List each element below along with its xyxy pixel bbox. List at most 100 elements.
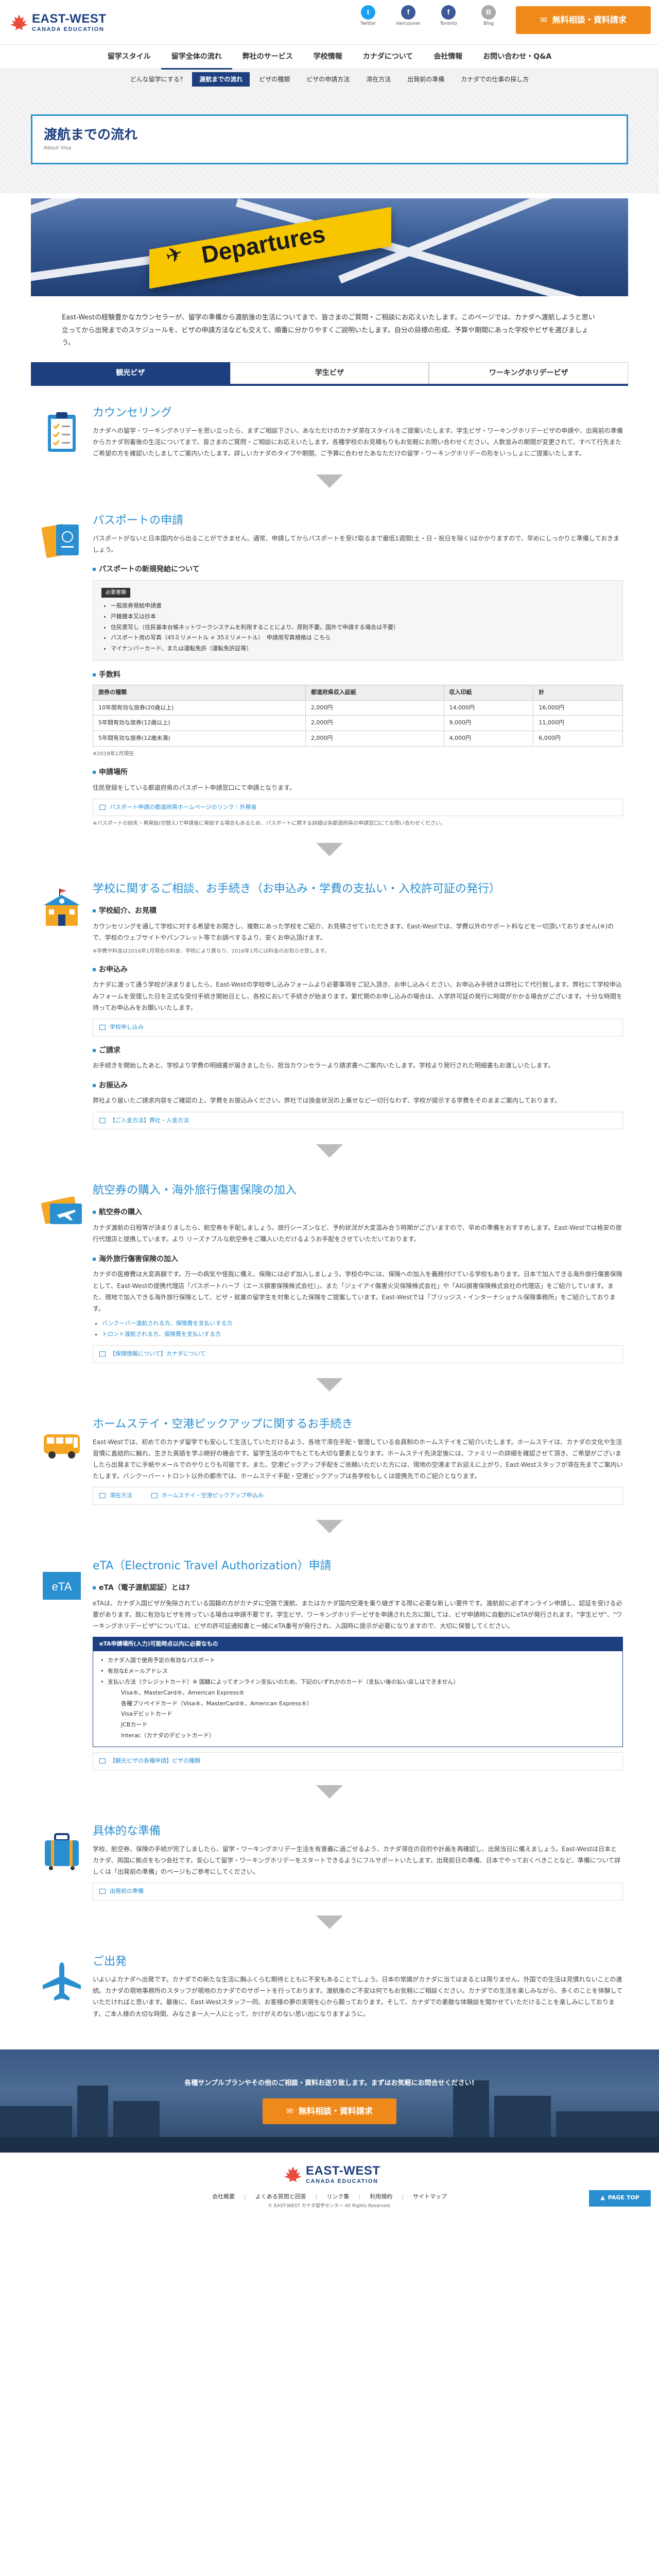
payment-method-link[interactable]: 【ご入金方法】弊社・入金方法 — [93, 1111, 623, 1130]
table-cell: 16,000円 — [533, 700, 623, 716]
logo-subtitle: CANADA EDUCATION — [32, 26, 105, 32]
required-doc-item: 戸籍謄本又は抄本 — [111, 612, 614, 622]
tab-tourist-visa[interactable]: 観光ビザ — [31, 362, 230, 384]
footer-logo[interactable]: EAST-WEST CANADA EDUCATION — [282, 2162, 385, 2186]
link-label[interactable]: トロント渡航される方、保険費を支払いする方 — [102, 1331, 221, 1337]
arrow-up-icon: ▲ — [600, 2194, 605, 2201]
sns-link-vancouver[interactable]: f Vancouver — [392, 5, 424, 27]
nav-item[interactable]: 留学全体の流れ — [161, 45, 232, 70]
homestay-pickup-link[interactable]: ホームステイ・空港ピックアップ申込み — [162, 1492, 264, 1499]
copyright: © EAST-WEST カナダ留学センター All Rights Reserve… — [268, 2203, 391, 2209]
link-label: パスポート申請の都道府県ホームページのリンク｜外務省 — [110, 803, 257, 810]
facebook-icon: f — [401, 5, 415, 20]
subnav-item[interactable]: 出発前の準備 — [400, 72, 452, 87]
page-top-button[interactable]: ▲ PAGE TOP — [589, 2190, 651, 2207]
tab-student-visa[interactable]: 学生ビザ — [230, 362, 429, 384]
down-arrow-icon — [31, 1142, 628, 1160]
subnav-item[interactable]: 渡航までの流れ — [192, 72, 250, 87]
section-heading: お振込み — [93, 1080, 623, 1092]
cta-band-text: 各種サンプルプランやその他のご相談・資料お送り致します。まずはお気軽にお問合せく… — [184, 2079, 475, 2087]
school-application-link[interactable]: 学校申し込み — [93, 1019, 623, 1037]
free-consultation-button-bottom[interactable]: ✉ 無料相談・資料請求 — [263, 2098, 396, 2124]
sns-link-blog[interactable]: B Blog — [473, 5, 505, 27]
visa-types-link[interactable]: 【観光ビザの各種申請】ビザの種類 — [93, 1752, 623, 1770]
required-doc-item: 住民票写し（住民基本台帳ネットワークシステムを利用することにより、原則不要。国外… — [111, 622, 614, 633]
subnav-item[interactable]: ビザの申請方法 — [299, 72, 357, 87]
footer-link[interactable]: リンク集 — [327, 2192, 350, 2202]
sns-link-toronto[interactable]: f Toronto — [432, 5, 464, 27]
section-heading: ご請求 — [93, 1045, 623, 1057]
twitter-icon: t — [361, 5, 375, 20]
step-school: 学校に関するご相談、お手続き（お申込み・学費の支払い・入校許可証の発行） 学校紹… — [31, 862, 628, 1139]
subnav-item[interactable]: ビザの種類 — [252, 72, 297, 87]
free-consultation-button[interactable]: ✉ 無料相談・資料請求 — [516, 6, 651, 34]
section-heading: 手数料 — [93, 669, 623, 682]
step-title: ホームステイ・空港ピックアップに関するお手続き — [93, 1417, 353, 1431]
step-title: 航空券の購入・海外旅行傷害保険の加入 — [93, 1184, 297, 1197]
sns-label: Twitter — [360, 21, 376, 26]
subnav-item[interactable]: 滞在方法 — [359, 72, 398, 87]
footer-link[interactable]: サイトマップ — [413, 2192, 447, 2202]
passport-link[interactable]: パスポート申請の都道府県ホームページのリンク｜外務省 — [93, 798, 623, 817]
step-text: カナダに渡って通う学校が決まりましたら、East-Westの学校申し込みフォーム… — [93, 981, 622, 1011]
nav-item[interactable]: 弊社のサービス — [232, 45, 303, 70]
eta-requirement-item: 各種プリペイドカード（Visa®、MasterCard®、American Ex… — [121, 1700, 313, 1707]
tab-working-holiday-visa[interactable]: ワーキングホリデービザ — [429, 362, 629, 384]
link-icon — [99, 1351, 106, 1357]
footer-links: 会社概要 | よくある質問と回答 | リンク集 | 利用規約 | サイトマップ — [0, 2192, 659, 2202]
step-title: 学校に関するご相談、お手続き（お申込み・学費の支払い・入校許可証の発行） — [93, 883, 501, 896]
footer-link[interactable]: 利用規約 — [370, 2192, 392, 2202]
maple-leaf-logo-icon — [10, 14, 28, 30]
down-arrow-icon — [31, 840, 628, 859]
link-icon — [99, 1889, 106, 1894]
required-docs-box: 必要書類 一般旅券発給申請書戸籍謄本又は抄本住民票写し（住民基本台帳ネットワーク… — [93, 580, 623, 662]
table-cell: 2,000円 — [305, 731, 444, 747]
table-cell: 14,000円 — [443, 700, 534, 716]
fee-column-header: 計 — [533, 685, 623, 701]
nav-item[interactable]: カナダについて — [353, 45, 424, 70]
subnav-item[interactable]: どんな留学にする? — [123, 72, 190, 87]
eta-requirement-item: JCBカード — [121, 1721, 148, 1728]
section-heading: 航空券の購入 — [93, 1207, 623, 1219]
step-text: パスポートがないと日本国内から出ることができません。通常、申請してからパスポート… — [93, 534, 620, 553]
site-header: EAST-WEST CANADA EDUCATION t Twitter f Vanc… — [0, 0, 659, 44]
table-cell: 10年間有効な旅券(20歳以上) — [93, 700, 306, 716]
footer-divider: | — [244, 2193, 246, 2200]
insurance-link-toronto[interactable]: トロント渡航される方、保険費を支払いする方 — [102, 1329, 623, 1340]
nav-item[interactable]: 留学スタイル — [97, 45, 161, 70]
insurance-link-vancouver[interactable]: バンクーバー渡航される方、保険費を支払いする方 — [102, 1318, 623, 1329]
sns-label: Blog — [483, 21, 494, 26]
stay-method-link[interactable]: 滞在方法 — [110, 1492, 132, 1499]
page-subtitle: About Visa — [44, 145, 72, 151]
step-title: パスポートの申請 — [93, 514, 184, 527]
homestay-links: 滞在方法 ホームステイ・空港ピックアップ申込み — [93, 1487, 623, 1505]
sns-links: t Twitter f Vancouver f Toronto B Blog — [352, 5, 505, 27]
step-text: eTAは、カナダ入国ビザが免除されている国籍の方がカナダに空路で渡航、またはカナ… — [93, 1599, 622, 1630]
nav-item[interactable]: 学校情報 — [303, 45, 353, 70]
link-label[interactable]: バンクーバー渡航される方、保険費を支払いする方 — [102, 1320, 232, 1327]
required-doc-item: パスポート用の写真（45ミリメートル × 35ミリメートル） 申請用写真規格は … — [111, 633, 614, 643]
nav-item[interactable]: 会社情報 — [423, 45, 473, 70]
step-text: 弊社より届いたご請求内容をご確認の上、学費をお振込みください。弊社では換金状況の… — [93, 1097, 561, 1105]
section-heading: 海外旅行傷害保険の加入 — [93, 1253, 623, 1266]
logo-title: EAST-WEST — [32, 12, 107, 26]
step-title: 具体的な準備 — [93, 1824, 161, 1838]
subnav-item[interactable]: カナダでの仕事の探し方 — [454, 72, 536, 87]
step-text: カウンセリングを通して学校に対する希望をお聞きし、複数にあった学校をご紹介、お見… — [93, 923, 614, 942]
table-cell: 5年間有効な旅券(12歳以上) — [93, 715, 306, 732]
svg-text:eTA: eTA — [52, 1580, 72, 1593]
required-doc-item: 一般旅券発給申請書 — [111, 601, 614, 612]
site-logo[interactable]: EAST-WEST CANADA EDUCATION — [8, 10, 111, 34]
eta-box-heading: eTA申請場所(入力)可能時点以内に必要なもの — [93, 1637, 622, 1652]
preparation-link[interactable]: 出発前の準備 — [93, 1883, 623, 1901]
link-icon — [99, 1758, 106, 1764]
footer-link[interactable]: よくある質問と回答 — [255, 2192, 306, 2202]
insurance-info-link[interactable]: 【保険情報について】カナダについて — [93, 1345, 623, 1363]
title-area: 渡航までの流れ About Visa — [0, 90, 659, 193]
step-title: ご出発 — [93, 1955, 127, 1969]
sns-link-twitter[interactable]: t Twitter — [352, 5, 384, 27]
nav-item[interactable]: お問い合わせ・Q&A — [473, 45, 562, 70]
section-heading: パスポートの新規発給について — [93, 564, 623, 576]
eta-requirement-item: 支払い方法（クレジットカード）※ 国籍によってオンライン支払いのため、下記のいず… — [100, 1677, 615, 1688]
footer-link[interactable]: 会社概要 — [212, 2192, 235, 2202]
